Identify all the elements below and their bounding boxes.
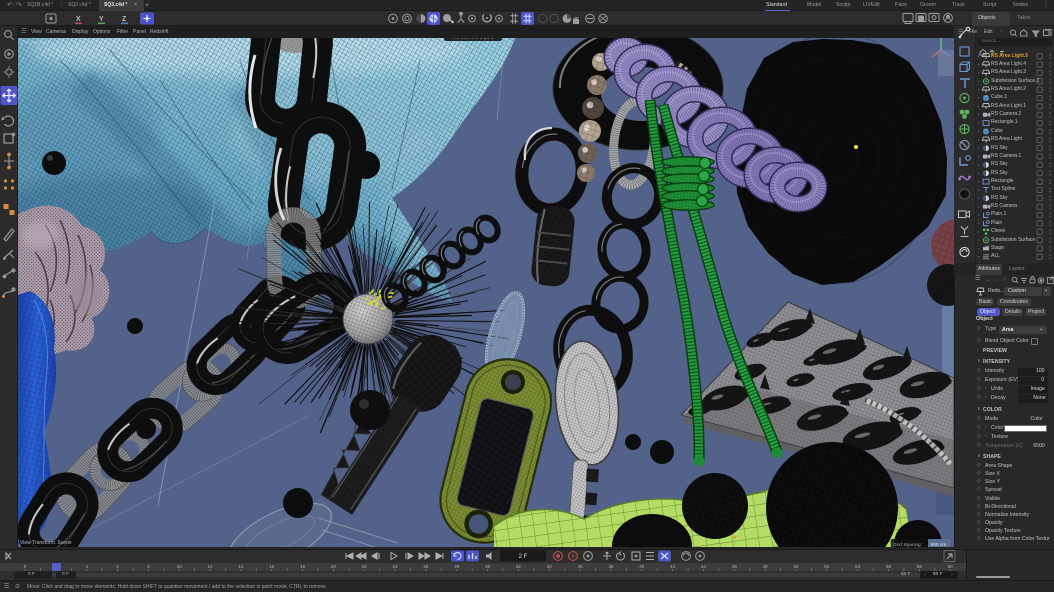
svg-text:16: 16 bbox=[269, 564, 275, 569]
svg-text:Z: Z bbox=[122, 16, 127, 23]
svg-text:32: 32 bbox=[516, 564, 522, 569]
svg-text:6: 6 bbox=[116, 564, 119, 569]
svg-text:18: 18 bbox=[300, 564, 306, 569]
svg-text:0: 0 bbox=[24, 564, 27, 569]
svg-text:56: 56 bbox=[886, 564, 892, 569]
svg-text:42: 42 bbox=[670, 564, 676, 569]
svg-text:RS Camera SQ3 1: RS Camera SQ3 1 bbox=[452, 38, 494, 41]
svg-text:View Transform: Scene: View Transform: Scene bbox=[20, 540, 72, 546]
svg-text:38: 38 bbox=[608, 564, 614, 569]
svg-text:58: 58 bbox=[917, 564, 923, 569]
svg-text:48: 48 bbox=[763, 564, 769, 569]
svg-text:26: 26 bbox=[423, 564, 429, 569]
svg-text:Perspective: Perspective bbox=[21, 40, 47, 46]
svg-text:50: 50 bbox=[793, 564, 799, 569]
svg-text:A: A bbox=[571, 554, 575, 560]
svg-text:500 cm: 500 cm bbox=[931, 542, 947, 547]
svg-text:Grid Spacing :: Grid Spacing : bbox=[893, 542, 923, 547]
svg-text:44: 44 bbox=[701, 564, 707, 569]
svg-text:34: 34 bbox=[547, 564, 553, 569]
svg-text:8: 8 bbox=[147, 564, 150, 569]
svg-text:28: 28 bbox=[454, 564, 460, 569]
svg-text:20: 20 bbox=[331, 564, 337, 569]
svg-text:36: 36 bbox=[578, 564, 584, 569]
svg-text:52: 52 bbox=[824, 564, 830, 569]
svg-text:4: 4 bbox=[85, 564, 88, 569]
svg-text:14: 14 bbox=[238, 564, 244, 569]
svg-text:22: 22 bbox=[362, 564, 368, 569]
svg-text:60: 60 bbox=[948, 564, 954, 569]
svg-text:54: 54 bbox=[855, 564, 861, 569]
svg-text:24: 24 bbox=[393, 564, 399, 569]
svg-text:12: 12 bbox=[207, 564, 213, 569]
svg-text:10: 10 bbox=[177, 564, 183, 569]
svg-text:X: X bbox=[76, 16, 81, 23]
svg-text:46: 46 bbox=[732, 564, 738, 569]
svg-text:Y: Y bbox=[99, 16, 104, 23]
svg-text:2 F: 2 F bbox=[519, 554, 528, 560]
svg-text:40: 40 bbox=[639, 564, 645, 569]
svg-text:30: 30 bbox=[485, 564, 491, 569]
